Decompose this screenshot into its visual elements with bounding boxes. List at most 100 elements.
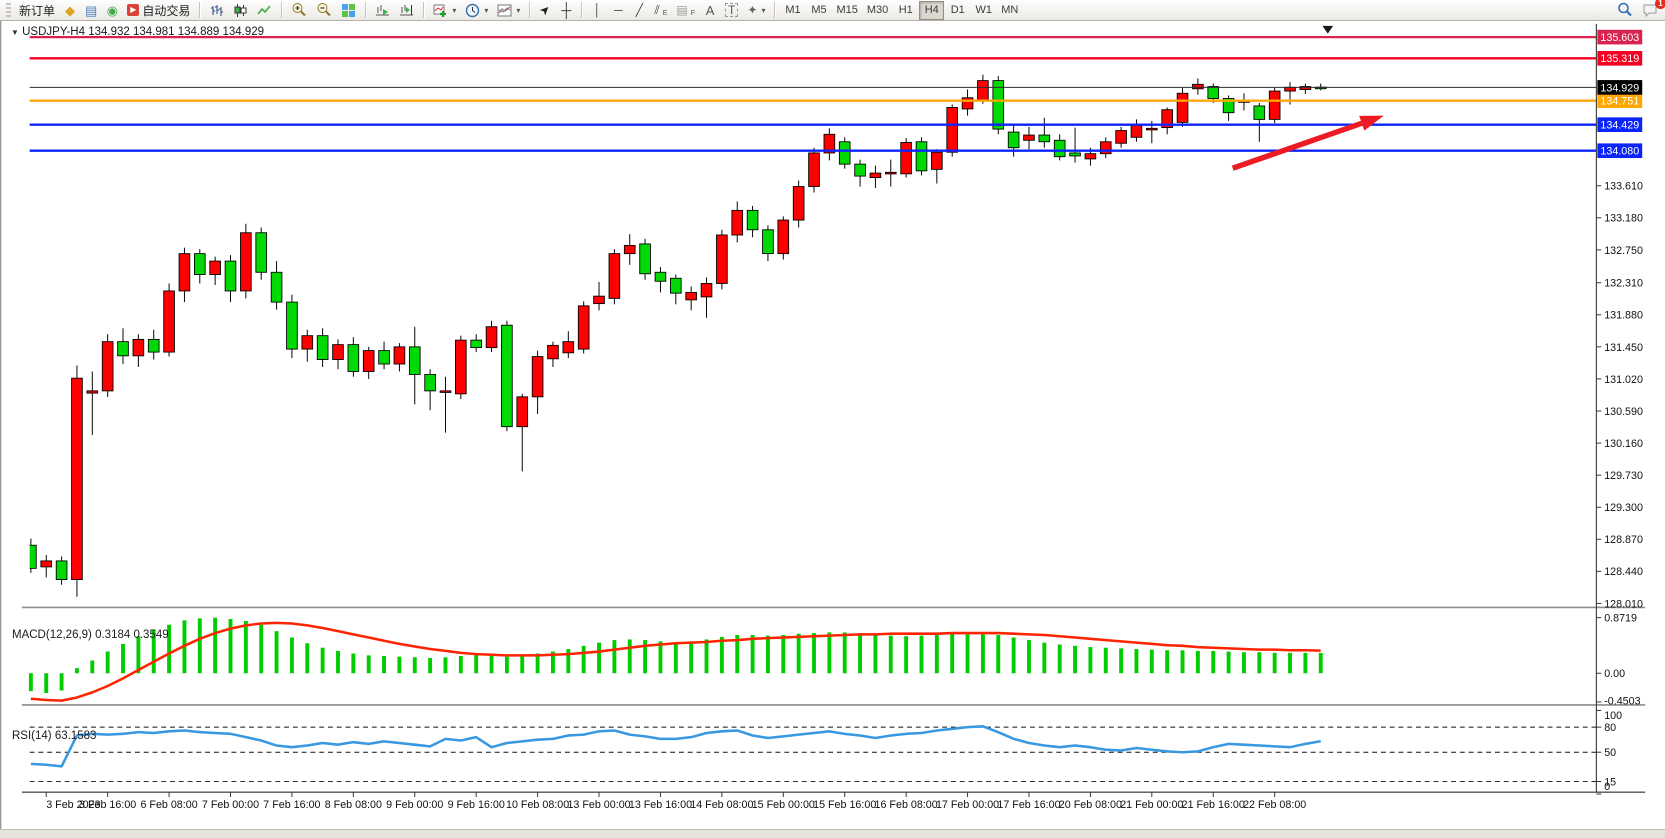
notification-badge: 1 (1655, 0, 1665, 9)
svg-text:13 Feb 00:00: 13 Feb 00:00 (567, 799, 630, 811)
svg-text:17 Feb 00:00: 17 Feb 00:00 (936, 799, 999, 811)
toolbar-separator (365, 2, 366, 18)
auto-trading-button[interactable]: ▶ 自动交易 (123, 1, 194, 20)
zoom-out-button[interactable] (312, 1, 336, 20)
svg-text:135.603: 135.603 (1600, 32, 1639, 44)
periods-button[interactable]: ▾ (461, 1, 492, 20)
signals-button[interactable]: ◉ (102, 1, 122, 20)
timeframe-m30[interactable]: M30 (863, 1, 892, 20)
new-order-button[interactable]: 新订单 (15, 1, 59, 20)
zoom-out-icon (316, 2, 332, 18)
svg-text:14 Feb 08:00: 14 Feb 08:00 (690, 799, 753, 811)
svg-text:133.180: 133.180 (1604, 213, 1643, 225)
svg-text:15 Feb 00:00: 15 Feb 00:00 (752, 799, 815, 811)
price-chart[interactable]: 133.610133.180132.750132.310131.880131.4… (1, 21, 1665, 838)
candlestick-chart-button[interactable] (229, 1, 252, 20)
svg-text:0.00: 0.00 (1604, 668, 1625, 680)
line-chart-icon (257, 3, 272, 18)
timeframe-m15[interactable]: M15 (832, 1, 861, 20)
vertical-line-button[interactable]: │ (587, 1, 607, 20)
text-label-button[interactable]: T (721, 1, 742, 20)
toolbar-grip[interactable] (6, 3, 11, 18)
trendline-button[interactable]: ╱ (629, 1, 649, 20)
timeframe-h1[interactable]: H1 (893, 1, 918, 20)
tile-windows-button[interactable] (337, 1, 360, 20)
signals-icon: ◉ (107, 4, 118, 17)
chart-symbol-period: USDJPY-H4 (22, 26, 85, 38)
svg-text:132.750: 132.750 (1604, 245, 1643, 257)
timeframe-h4[interactable]: H4 (919, 1, 944, 20)
arrows-icon: ✦ (747, 4, 757, 16)
svg-text:129.730: 129.730 (1604, 470, 1643, 482)
svg-text:-0.4503: -0.4503 (1604, 695, 1640, 707)
auto-trading-icon: ▶ (127, 4, 139, 16)
gold-diamond-button[interactable]: ◆ (60, 1, 80, 20)
timeframe-d1[interactable]: D1 (945, 1, 970, 20)
toolbar: 新订单 ◆ ▤ ◉ ▶ 自动交易 (0, 0, 1665, 21)
window-bottom-edge (0, 829, 1665, 838)
svg-text:128.870: 128.870 (1604, 534, 1643, 546)
svg-text:6 Feb 08:00: 6 Feb 08:00 (140, 799, 197, 811)
svg-text:21 Feb 16:00: 21 Feb 16:00 (1182, 799, 1245, 811)
svg-text:8 Feb 08:00: 8 Feb 08:00 (325, 799, 382, 811)
zoom-in-button[interactable] (287, 1, 311, 20)
svg-text:132.310: 132.310 (1604, 278, 1643, 290)
indicators-button[interactable]: ▾ (429, 1, 460, 20)
chart-ohlc-values: 134.932 134.981 134.889 134.929 (88, 26, 264, 38)
tile-windows-icon (341, 3, 356, 18)
svg-text:131.450: 131.450 (1604, 342, 1643, 354)
svg-text:134.751: 134.751 (1600, 96, 1639, 108)
cursor-icon: ➤ (538, 2, 554, 18)
chart-shift-button[interactable] (395, 1, 418, 20)
svg-text:7 Feb 00:00: 7 Feb 00:00 (202, 799, 259, 811)
chevron-down-icon: ▾ (516, 6, 520, 15)
toolbar-separator (529, 2, 530, 18)
svg-text:135.319: 135.319 (1600, 53, 1639, 65)
text-label-icon: T (725, 3, 738, 17)
svg-text:130.590: 130.590 (1604, 406, 1643, 418)
timeframe-mn[interactable]: MN (997, 1, 1022, 20)
new-order-label: 新订单 (19, 2, 55, 19)
timeframe-w1[interactable]: W1 (971, 1, 996, 20)
svg-text:15 Feb 16:00: 15 Feb 16:00 (813, 799, 876, 811)
horizontal-line-button[interactable]: ─ (608, 1, 628, 20)
bar-chart-button[interactable] (205, 1, 228, 20)
svg-text:0.8719: 0.8719 (1604, 613, 1637, 625)
terminal-button[interactable]: ▤ (81, 1, 101, 20)
indicators-icon (433, 3, 448, 18)
rsi-label: RSI(14) 63.1583 (12, 730, 96, 742)
zoom-in-icon (291, 2, 307, 18)
svg-text:128.440: 128.440 (1604, 566, 1643, 578)
svg-text:13 Feb 16:00: 13 Feb 16:00 (629, 799, 692, 811)
chart-window[interactable]: 133.610133.180132.750132.310131.880131.4… (0, 21, 1665, 838)
channel-sub-label: E (663, 10, 668, 17)
crosshair-button[interactable]: ┼ (556, 1, 576, 20)
fibonacci-button[interactable]: ▤F (672, 1, 699, 20)
svg-text:17 Feb 16:00: 17 Feb 16:00 (997, 799, 1060, 811)
toolbar-separator (581, 2, 582, 18)
svg-text:20 Feb 08:00: 20 Feb 08:00 (1059, 799, 1122, 811)
terminal-icon: ▤ (85, 4, 97, 17)
timeframe-m1[interactable]: M1 (780, 1, 805, 20)
timeframe-m5[interactable]: M5 (806, 1, 831, 20)
toolbar-separator (199, 2, 200, 18)
text-button[interactable]: A (700, 1, 720, 20)
search-button[interactable] (1613, 1, 1637, 20)
templates-button[interactable]: ▾ (493, 1, 524, 20)
svg-text:131.880: 131.880 (1604, 310, 1643, 322)
arrows-button[interactable]: ✦▾ (743, 1, 769, 20)
auto-scroll-button[interactable] (371, 1, 394, 20)
cursor-button[interactable]: ➤ (535, 1, 555, 20)
chart-title: ▼ USDJPY-H4 134.932 134.981 134.889 134.… (11, 26, 264, 38)
toolbar-separator (281, 2, 282, 18)
equidistant-channel-button[interactable]: ⫽E (650, 1, 671, 20)
candlestick-chart-icon (233, 3, 248, 18)
line-chart-button[interactable] (253, 1, 276, 20)
svg-text:3 Feb 16:00: 3 Feb 16:00 (79, 799, 136, 811)
svg-text:128.010: 128.010 (1604, 598, 1643, 610)
chart-dropdown-icon[interactable]: ▼ (11, 28, 19, 37)
search-icon (1617, 2, 1633, 18)
svg-text:50: 50 (1604, 747, 1616, 759)
svg-text:21 Feb 00:00: 21 Feb 00:00 (1120, 799, 1183, 811)
svg-text:100: 100 (1604, 710, 1622, 722)
